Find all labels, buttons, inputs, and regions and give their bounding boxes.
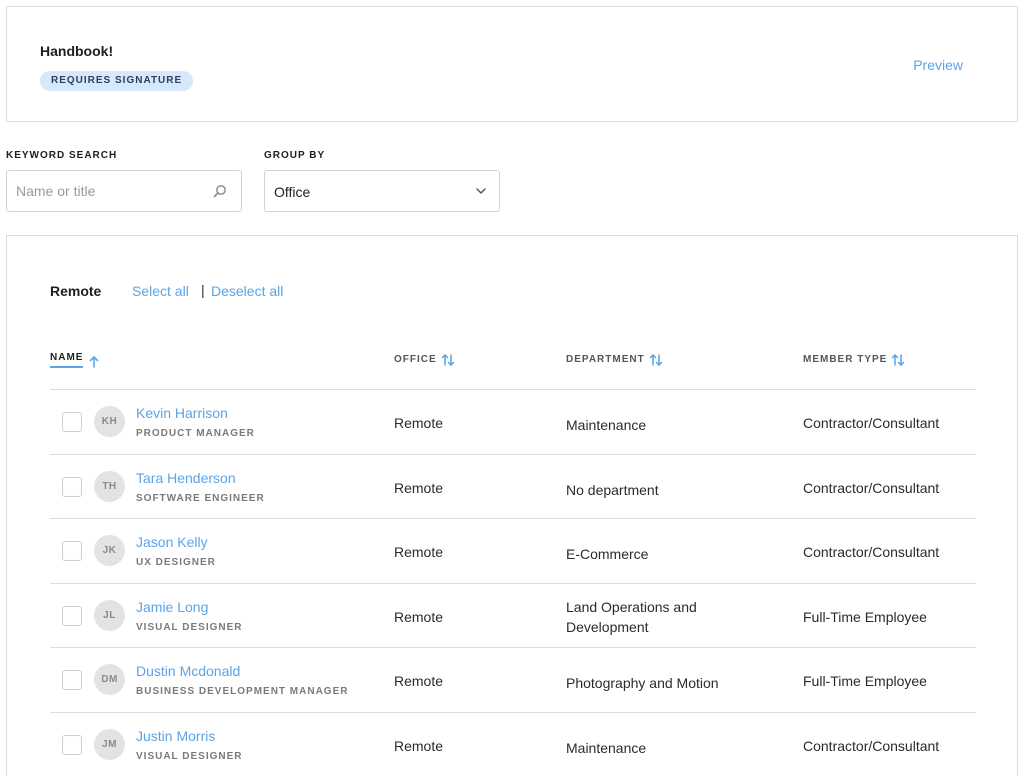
department-cell: No department xyxy=(566,481,659,498)
member-type-cell: Contractor/Consultant xyxy=(803,415,940,431)
department-cell: Maintenance xyxy=(566,417,647,433)
sort-icon xyxy=(649,354,662,366)
member-name-link[interactable]: Dustin Mcdonald xyxy=(136,663,240,679)
member-job-title: PRODUCT MANAGER xyxy=(136,428,255,439)
keyword-search-input[interactable] xyxy=(7,171,207,211)
department-cell: Land Operations and Development xyxy=(566,598,697,635)
search-icon[interactable] xyxy=(213,184,227,198)
avatar: JK xyxy=(94,535,125,566)
member-job-title: VISUAL DESIGNER xyxy=(136,621,243,633)
office-cell: Remote xyxy=(394,737,444,754)
sort-icon xyxy=(441,354,454,366)
column-header-label: OFFICE xyxy=(394,354,437,365)
document-title: Handbook! xyxy=(40,43,114,59)
column-header-label: NAME xyxy=(50,352,84,368)
document-card: Handbook! REQUIRES SIGNATURE Preview xyxy=(6,6,1018,122)
department-cell: Maintenance xyxy=(566,739,647,756)
avatar: KH xyxy=(94,406,125,437)
department-cell: Photography and Motion xyxy=(566,675,719,691)
column-header-department[interactable]: DEPARTMENT xyxy=(566,352,663,366)
office-cell: Remote xyxy=(394,479,444,496)
group-by-value: Office xyxy=(274,184,311,200)
office-cell: Remote xyxy=(394,544,444,560)
members-table-card: Remote Select all | Deselect all NAME OF… xyxy=(6,235,1018,776)
row-checkbox[interactable] xyxy=(62,734,82,755)
member-type-cell: Full-Time Employee xyxy=(803,673,927,689)
arrow-up-icon xyxy=(90,356,99,368)
column-header-label: MEMBER TYPE xyxy=(803,354,888,365)
chevron-down-icon xyxy=(476,188,486,194)
group-by-label: GROUP BY xyxy=(264,150,326,161)
member-name-link[interactable]: Jamie Long xyxy=(136,599,208,615)
table-row: DM Dustin Mcdonald BUSINESS DEVELOPMENT … xyxy=(50,647,976,712)
member-type-cell: Contractor/Consultant xyxy=(803,479,940,496)
member-name-link[interactable]: Jason Kelly xyxy=(136,534,208,550)
member-type-cell: Contractor/Consultant xyxy=(803,737,940,754)
member-job-title: VISUAL DESIGNER xyxy=(136,750,243,762)
group-by-select[interactable]: Office xyxy=(264,170,500,212)
keyword-search-box[interactable] xyxy=(6,170,242,212)
avatar: JL xyxy=(94,599,125,631)
requires-signature-badge: REQUIRES SIGNATURE xyxy=(40,71,194,91)
member-job-title: UX DESIGNER xyxy=(136,557,216,568)
avatar: TH xyxy=(94,470,125,502)
select-all-link[interactable]: Select all xyxy=(132,283,189,299)
deselect-all-link[interactable]: Deselect all xyxy=(211,283,283,299)
row-checkbox[interactable] xyxy=(62,412,82,432)
row-checkbox[interactable] xyxy=(62,605,82,626)
member-job-title: SOFTWARE ENGINEER xyxy=(136,492,265,504)
column-header-member-type[interactable]: MEMBER TYPE xyxy=(803,352,905,366)
office-cell: Remote xyxy=(394,415,444,431)
group-title: Remote xyxy=(50,283,102,299)
preview-link[interactable]: Preview xyxy=(913,57,963,73)
member-type-cell: Contractor/Consultant xyxy=(803,544,940,560)
avatar: DM xyxy=(94,664,125,695)
member-type-cell: Full-Time Employee xyxy=(803,608,927,625)
avatar: JM xyxy=(94,728,125,760)
column-header-name[interactable]: NAME xyxy=(50,352,101,368)
members-table-body: KH Kevin Harrison PRODUCT MANAGER Remote… xyxy=(50,389,976,776)
member-job-title: BUSINESS DEVELOPMENT MANAGER xyxy=(136,686,349,697)
member-name-link[interactable]: Kevin Harrison xyxy=(136,405,228,421)
table-row: JK Jason Kelly UX DESIGNER Remote E-Comm… xyxy=(50,518,976,583)
row-checkbox[interactable] xyxy=(62,541,82,561)
column-header-office[interactable]: OFFICE xyxy=(394,352,455,366)
member-name-link[interactable]: Tara Henderson xyxy=(136,470,236,486)
row-checkbox[interactable] xyxy=(62,476,82,497)
office-cell: Remote xyxy=(394,608,444,625)
sort-icon xyxy=(892,354,905,366)
member-name-link[interactable]: Justin Morris xyxy=(136,728,215,744)
table-row: JM Justin Morris VISUAL DESIGNER Remote … xyxy=(50,711,976,776)
column-header-label: DEPARTMENT xyxy=(566,354,645,365)
table-row: KH Kevin Harrison PRODUCT MANAGER Remote… xyxy=(50,389,976,454)
keyword-search-label: KEYWORD SEARCH xyxy=(6,150,118,161)
row-checkbox[interactable] xyxy=(62,670,82,690)
department-cell: E-Commerce xyxy=(566,546,649,562)
selection-divider: | xyxy=(201,282,205,298)
table-row: JL Jamie Long VISUAL DESIGNER Remote Lan… xyxy=(50,582,976,648)
office-cell: Remote xyxy=(394,673,444,689)
table-row: TH Tara Henderson SOFTWARE ENGINEER Remo… xyxy=(50,453,976,519)
